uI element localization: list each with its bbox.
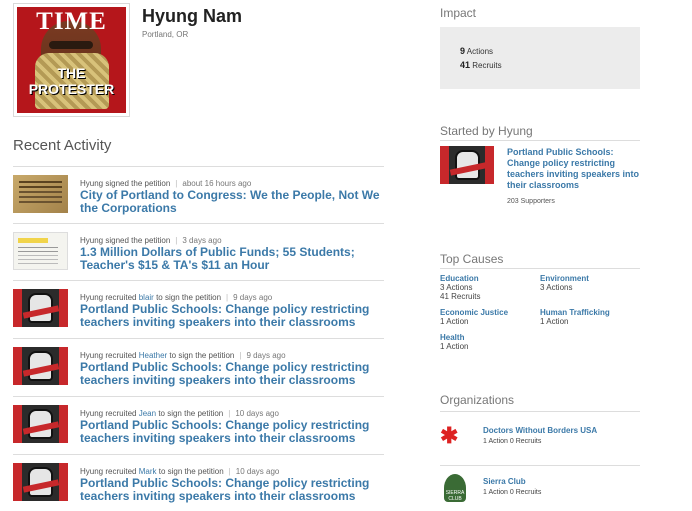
activity-time: about 16 hours ago xyxy=(182,179,252,188)
activity-meta: Hyung recruited blair to sign the petiti… xyxy=(80,293,273,302)
divider xyxy=(440,465,640,466)
activity-item: Hyung signed the petition | 3 days ago 1.3… xyxy=(13,223,384,279)
cause-item: Human Trafficking 1 Action xyxy=(540,308,610,326)
activity-time: 9 days ago xyxy=(246,351,286,360)
activity-time: 10 days ago xyxy=(235,409,279,418)
activity-item: Hyung recruited blair to sign the petiti… xyxy=(13,280,384,337)
activity-item: Hyung recruited Jean to sign the petitio… xyxy=(13,396,384,453)
divider xyxy=(440,411,640,412)
recent-activity-title: Recent Activity xyxy=(13,137,112,154)
profile-name: Hyung Nam xyxy=(142,6,243,26)
org-link[interactable]: Sierra Club xyxy=(483,477,526,486)
activity-meta: Hyung signed the petition | about 16 hours… xyxy=(80,179,252,188)
activity-meta: Hyung recruited Jean to sign the petitio… xyxy=(80,409,279,418)
impact-actions: 9 Actions xyxy=(460,46,494,56)
impact-recruits: 41 Recruits xyxy=(460,60,502,70)
sheet-icon[interactable] xyxy=(13,232,68,270)
org-stats: 1 Action 0 Recruits xyxy=(483,489,542,496)
activity-time: 9 days ago xyxy=(233,293,273,302)
org-link[interactable]: Doctors Without Borders USA xyxy=(483,426,597,435)
document-icon[interactable] xyxy=(13,175,68,213)
cause-item: Economic Justice 1 Action xyxy=(440,308,509,326)
recruit-user-link[interactable]: Jean xyxy=(139,409,156,418)
petition-link[interactable]: 1.3 Million Dollars of Public Funds; 55 … xyxy=(80,246,380,272)
recruit-user-link[interactable]: blair xyxy=(139,293,154,302)
activity-item: Hyung signed the petition | about 16 hours… xyxy=(13,166,384,222)
cause-item: Environment 3 Actions xyxy=(540,274,589,292)
supporters-count: 203 Supporters xyxy=(507,198,555,205)
impact-box: 9 Actions 41 Recruits xyxy=(440,27,640,89)
cause-link[interactable]: Environment xyxy=(540,274,589,283)
fist-icon[interactable] xyxy=(13,289,68,327)
fist-icon[interactable] xyxy=(13,463,68,501)
activity-meta: Hyung recruited Mark to sign the petitio… xyxy=(80,467,280,476)
organizations-title: Organizations xyxy=(440,393,515,407)
activity-item: Hyung recruited Mark to sign the petitio… xyxy=(13,454,384,511)
petition-link[interactable]: City of Portland to Congress: We the Peo… xyxy=(80,189,380,215)
cause-link[interactable]: Education xyxy=(440,274,480,283)
petition-link[interactable]: Portland Public Schools: Change policy r… xyxy=(80,419,380,445)
activity-meta: Hyung signed the petition | 3 days ago xyxy=(80,236,222,245)
divider xyxy=(440,140,640,141)
petition-link[interactable]: Portland Public Schools: Change policy r… xyxy=(80,477,380,503)
impact-title: Impact xyxy=(440,6,477,20)
divider xyxy=(440,268,640,269)
cause-link[interactable]: Economic Justice xyxy=(440,308,508,317)
petition-link[interactable]: Portland Public Schools: Change policy r… xyxy=(80,303,380,329)
cover-subtitle: THE PROTESTER xyxy=(28,65,115,97)
petition-link[interactable]: Portland Public Schools: Change policy r… xyxy=(80,361,380,387)
recruit-user-link[interactable]: Heather xyxy=(139,351,167,360)
org-stats: 1 Action 0 Recruits xyxy=(483,438,542,445)
fist-icon[interactable] xyxy=(13,347,68,385)
cover-title: TIME xyxy=(36,8,107,35)
activity-time: 3 days ago xyxy=(182,236,222,245)
sierra-club-logo-icon[interactable]: SIERRA CLUB xyxy=(440,474,470,504)
top-causes-title: Top Causes xyxy=(440,252,504,266)
activity-time: 10 days ago xyxy=(235,467,280,476)
profile-location: Portland, OR xyxy=(142,30,189,39)
cause-item: Education 3 Actions 41 Recruits xyxy=(440,274,481,301)
cause-item: Health 1 Action xyxy=(440,333,469,351)
right-sidebar: Impact 9 Actions 41 Recruits Started by … xyxy=(410,0,692,511)
started-petition-link[interactable]: Portland Public Schools: Change policy r… xyxy=(507,147,647,191)
cause-link[interactable]: Human Trafficking xyxy=(540,308,610,317)
profile-photo[interactable]: TIME THE PROTESTER xyxy=(13,3,130,117)
activity-meta: Hyung recruited Heather to sign the peti… xyxy=(80,351,286,360)
fist-icon[interactable] xyxy=(440,146,494,184)
msf-logo-icon[interactable]: ✱ xyxy=(440,421,470,451)
fist-icon[interactable] xyxy=(13,405,68,443)
left-column: TIME THE PROTESTER Hyung Nam Portland, O… xyxy=(0,0,400,511)
time-cover-image: TIME THE PROTESTER xyxy=(17,7,126,113)
cause-link[interactable]: Health xyxy=(440,333,468,342)
activity-item: Hyung recruited Heather to sign the peti… xyxy=(13,338,384,395)
started-title: Started by Hyung xyxy=(440,124,533,138)
recruit-user-link[interactable]: Mark xyxy=(139,467,157,476)
